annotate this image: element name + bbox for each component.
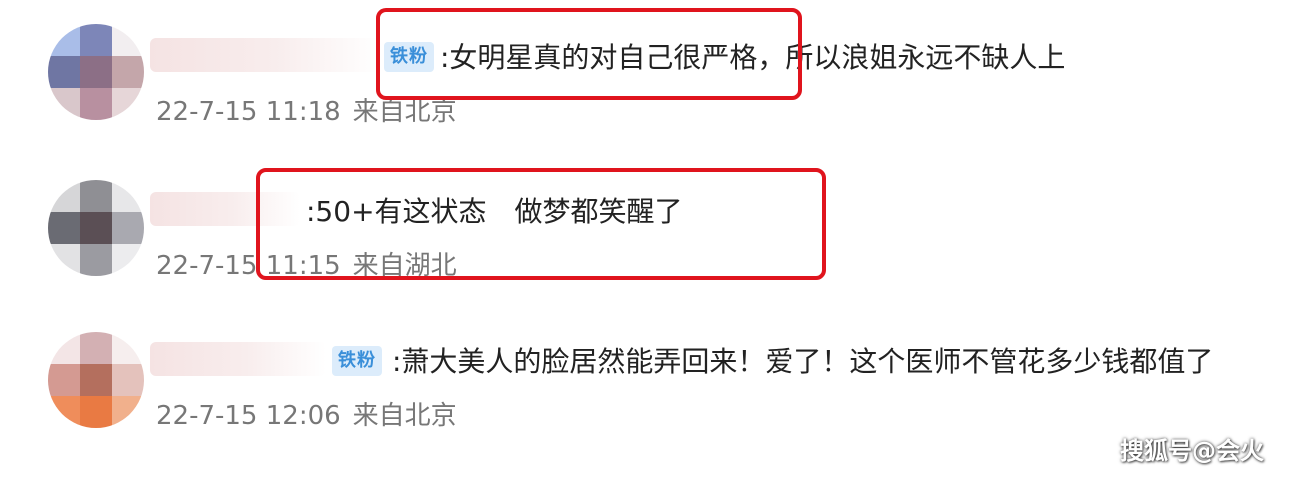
username-blurred[interactable] xyxy=(150,38,380,72)
highlight-box xyxy=(256,168,826,280)
watermark: 搜狐号@会火 xyxy=(1120,437,1264,465)
comment-text: :萧大美人的脸居然能弄回来！爱了！这个医师不管花多少钱都值了 xyxy=(392,345,1214,378)
fan-badge: 铁粉 xyxy=(332,346,382,376)
comment-time: 22-7-15 12:06 xyxy=(156,401,341,431)
comment-time: 22-7-15 11:18 xyxy=(156,97,341,127)
highlight-box xyxy=(376,8,802,100)
username-blurred[interactable] xyxy=(150,342,326,376)
avatar[interactable] xyxy=(48,24,144,120)
comment-location: 来自北京 xyxy=(352,401,457,431)
comment-meta: 22-7-15 12:06 来自北京 xyxy=(156,400,469,432)
avatar[interactable] xyxy=(48,180,144,276)
avatar[interactable] xyxy=(48,332,144,428)
comment-location: 来自北京 xyxy=(352,97,457,127)
comment-item: 铁粉 :萧大美人的脸居然能弄回来！爱了！这个医师不管花多少钱都值了 22-7-1… xyxy=(0,316,1292,456)
comment-meta: 22-7-15 11:18 来自北京 xyxy=(156,96,469,128)
